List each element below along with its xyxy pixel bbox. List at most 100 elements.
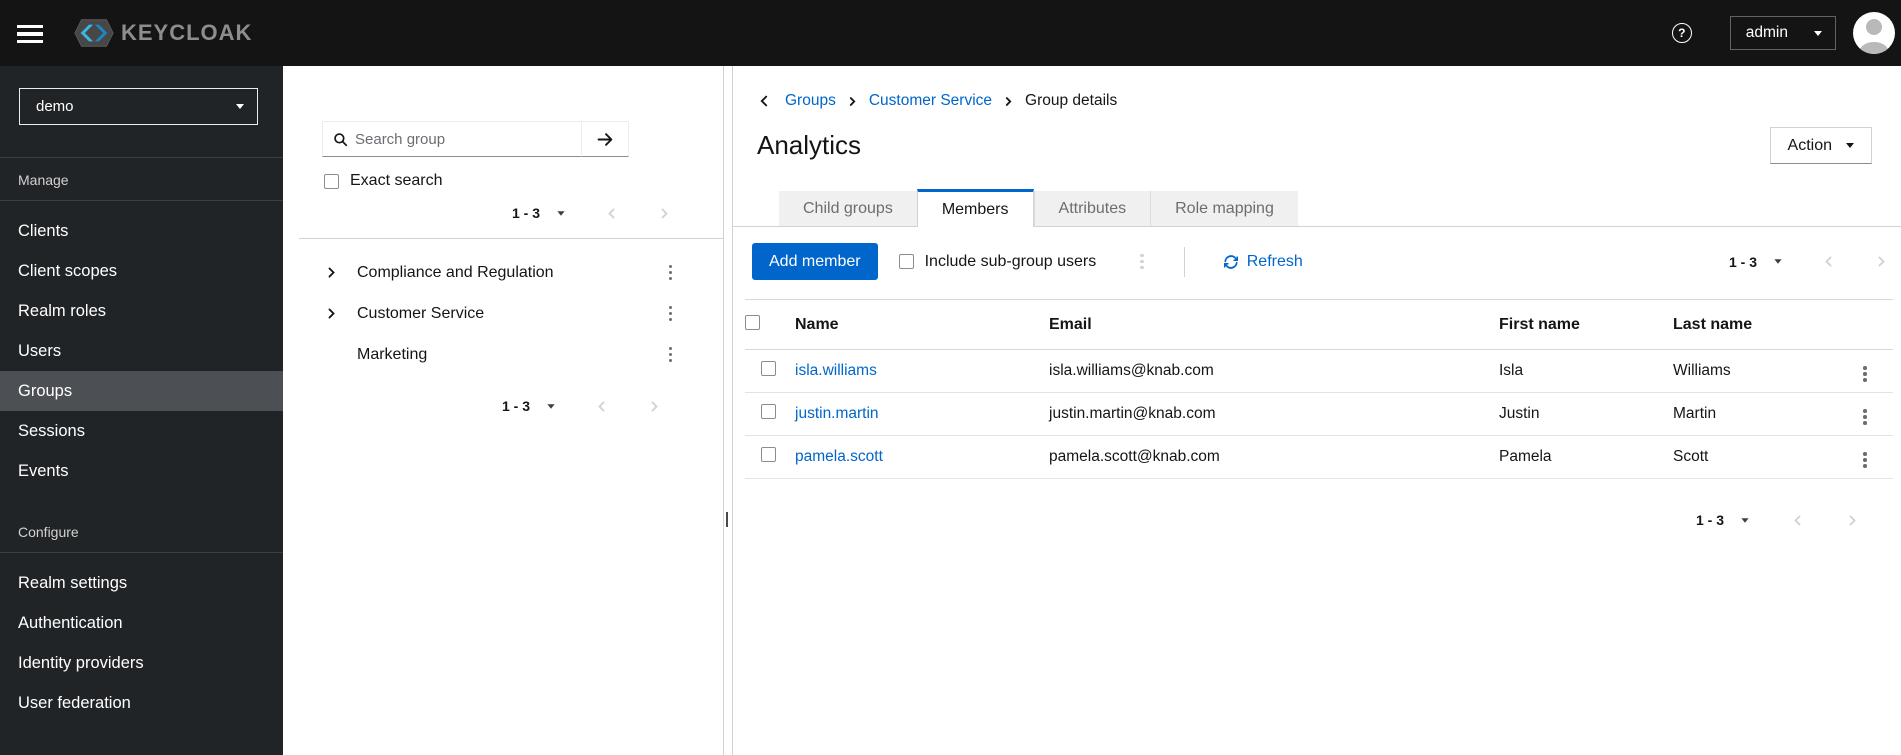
sidebar-item-user-federation[interactable]: User federation (0, 683, 283, 723)
sidebar-item-realm-roles[interactable]: Realm roles (0, 291, 283, 331)
pagination-range: 1 - 3 (1728, 253, 1757, 270)
divider (299, 238, 723, 239)
column-header-email: Email (1049, 316, 1092, 333)
expand-chevron-icon[interactable] (325, 307, 341, 320)
manage-nav: Clients Client scopes Realm roles Users … (0, 201, 283, 491)
member-username-link[interactable]: justin.martin (795, 405, 879, 422)
masthead: KEYCLOAK ? admin (0, 0, 1901, 66)
avatar[interactable] (1853, 12, 1895, 54)
expand-chevron-icon[interactable] (325, 266, 341, 279)
select-all-checkbox[interactable] (745, 315, 760, 330)
tab-role-mapping[interactable]: Role mapping (1150, 191, 1298, 226)
hamburger-menu-icon[interactable] (17, 25, 43, 43)
pagination-prev-icon[interactable] (595, 400, 608, 413)
pagination-next-icon[interactable] (1875, 255, 1888, 268)
group-name[interactable]: Customer Service (357, 305, 484, 323)
row-checkbox[interactable] (761, 361, 776, 376)
row-checkbox[interactable] (761, 404, 776, 419)
keycloak-logo-icon (74, 19, 114, 47)
table-row: pamela.scott pamela.scott@knab.com Pamel… (745, 436, 1893, 479)
sidebar-item-events[interactable]: Events (0, 451, 283, 491)
sidebar-item-authentication[interactable]: Authentication (0, 603, 283, 643)
panel-resize-splitter[interactable] (723, 66, 733, 755)
row-kebab-icon[interactable] (1857, 448, 1873, 472)
sidebar-item-groups[interactable]: Groups (0, 371, 283, 411)
toolbar-kebab-icon[interactable] (1134, 250, 1150, 274)
chevron-right-icon (1003, 96, 1014, 107)
member-last-name: Scott (1673, 448, 1709, 465)
table-row: isla.williams isla.williams@knab.com Isl… (745, 350, 1893, 393)
action-dropdown-button[interactable]: Action (1769, 127, 1872, 164)
sidebar-item-realm-settings[interactable]: Realm settings (0, 563, 283, 603)
pagination-next-icon[interactable] (1846, 514, 1859, 527)
help-icon[interactable]: ? (1671, 23, 1692, 43)
pagination-dropdown-icon[interactable] (1741, 517, 1749, 523)
member-username-link[interactable]: pamela.scott (795, 448, 883, 465)
pagination-range: 1 - 3 (501, 398, 530, 414)
member-last-name: Martin (1673, 405, 1717, 422)
kebab-menu-icon[interactable] (663, 261, 679, 285)
sidebar-item-users[interactable]: Users (0, 331, 283, 371)
group-tree-item[interactable]: Marketing (283, 334, 723, 375)
pagination-dropdown-icon[interactable] (547, 403, 555, 409)
masthead-right: ? admin (1671, 12, 1895, 54)
tree-pagination-top: 1 - 3 (283, 205, 723, 221)
tab-child-groups[interactable]: Child groups (779, 191, 917, 226)
pagination-next-icon[interactable] (658, 207, 671, 220)
divider (1183, 246, 1185, 277)
pagination-prev-icon[interactable] (1822, 255, 1835, 268)
sidebar-item-clients[interactable]: Clients (0, 211, 283, 251)
exact-search-checkbox[interactable] (324, 173, 339, 189)
chevron-right-icon (847, 96, 858, 107)
column-header-first-name: First name (1499, 316, 1580, 333)
sidebar-item-identity-providers[interactable]: Identity providers (0, 643, 283, 683)
pagination-next-icon[interactable] (648, 400, 661, 413)
chevron-down-icon (1814, 30, 1822, 36)
member-first-name: Pamela (1499, 448, 1552, 465)
configure-nav: Realm settings Authentication Identity p… (0, 553, 283, 723)
tab-attributes[interactable]: Attributes (1033, 191, 1151, 226)
sidebar-item-sessions[interactable]: Sessions (0, 411, 283, 451)
section-title-configure: Configure (18, 524, 79, 540)
realm-selector[interactable]: demo (19, 88, 258, 125)
column-header-last-name: Last name (1673, 316, 1753, 333)
tabs: Child groups Members Attributes Role map… (733, 189, 1901, 227)
member-username-link[interactable]: isla.williams (795, 362, 877, 379)
breadcrumb-groups-link[interactable]: Groups (785, 92, 836, 110)
back-chevron-icon[interactable] (757, 94, 771, 108)
search-group-input[interactable] (355, 130, 581, 148)
member-last-name: Williams (1673, 362, 1731, 379)
group-tree-item[interactable]: Customer Service (283, 293, 723, 334)
table-header-row: Name Email First name Last name (745, 299, 1893, 350)
member-email: justin.martin@knab.com (1049, 405, 1216, 422)
row-kebab-icon[interactable] (1857, 362, 1873, 386)
pagination-dropdown-icon[interactable] (557, 210, 565, 216)
row-kebab-icon[interactable] (1857, 405, 1873, 429)
search-submit-button[interactable] (582, 121, 629, 157)
group-name[interactable]: Compliance and Regulation (357, 264, 554, 282)
tab-members[interactable]: Members (916, 189, 1034, 227)
row-checkbox[interactable] (761, 447, 776, 462)
kebab-menu-icon[interactable] (663, 302, 679, 326)
page-title: Analytics (757, 130, 862, 160)
group-tree-item[interactable]: Compliance and Regulation (283, 252, 723, 293)
member-first-name: Justin (1499, 405, 1540, 422)
realm-name: demo (36, 98, 74, 115)
include-subgroups-label: Include sub-group users (924, 252, 1097, 270)
group-name[interactable]: Marketing (357, 346, 427, 364)
pagination-prev-icon[interactable] (1791, 514, 1804, 527)
kebab-menu-icon[interactable] (663, 343, 679, 367)
brand-text: KEYCLOAK (121, 20, 253, 45)
sidebar-item-client-scopes[interactable]: Client scopes (0, 251, 283, 291)
pagination-dropdown-icon[interactable] (1774, 259, 1782, 264)
column-header-name: Name (795, 316, 839, 333)
refresh-icon (1223, 254, 1238, 269)
arrow-right-icon (597, 132, 612, 146)
add-member-button[interactable]: Add member (752, 243, 878, 280)
drag-handle-icon[interactable] (726, 512, 728, 527)
refresh-button[interactable]: Refresh (1223, 253, 1303, 271)
breadcrumb-customer-service-link[interactable]: Customer Service (869, 92, 992, 110)
include-subgroups-checkbox[interactable] (898, 254, 914, 269)
user-menu-dropdown[interactable]: admin (1729, 16, 1836, 50)
pagination-prev-icon[interactable] (605, 207, 618, 220)
